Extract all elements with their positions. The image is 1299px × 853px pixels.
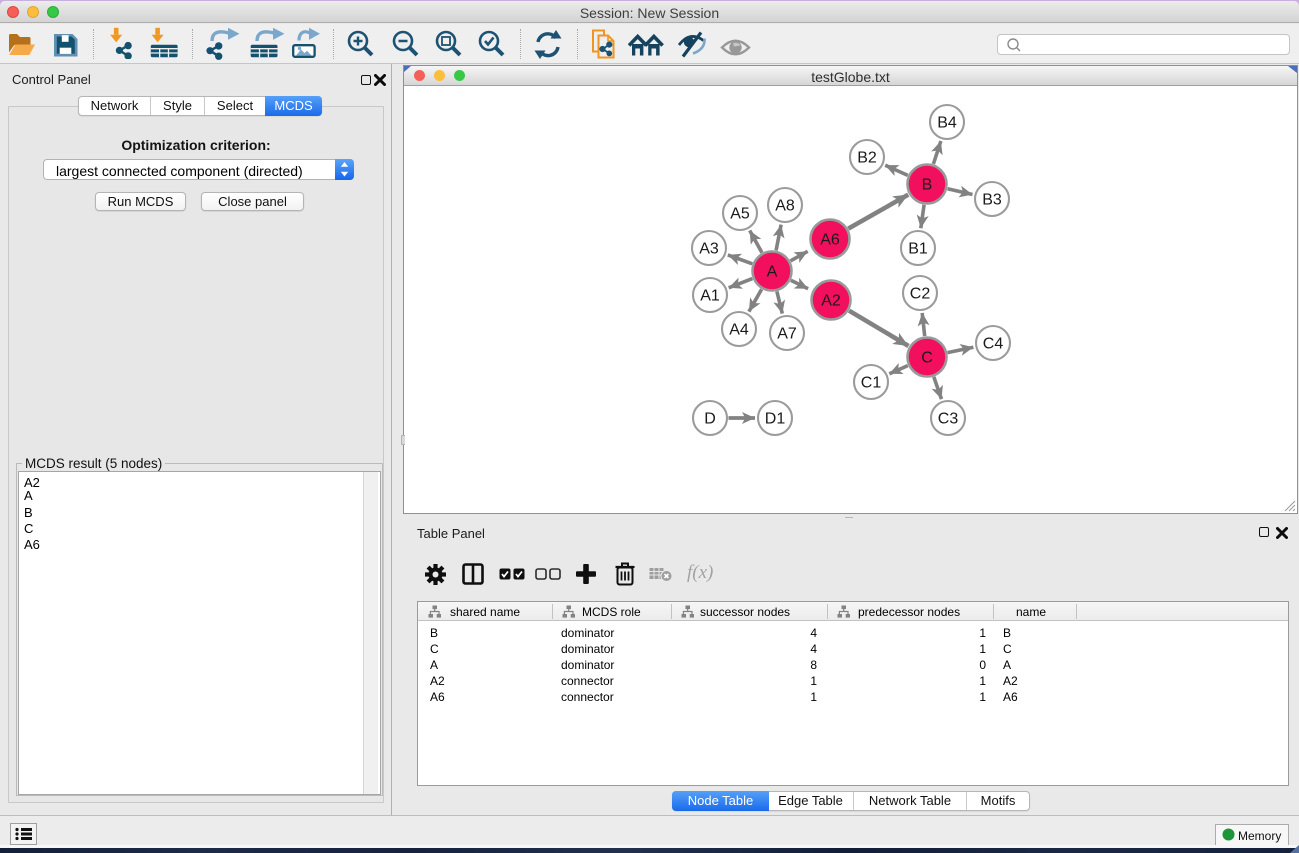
svg-text:B1: B1: [908, 241, 928, 258]
svg-text:B: B: [922, 177, 933, 194]
svg-text:D: D: [704, 411, 716, 428]
svg-text:B3: B3: [982, 192, 1002, 209]
svg-text:C: C: [921, 350, 933, 367]
svg-text:A6: A6: [820, 232, 840, 249]
svg-text:A8: A8: [775, 198, 795, 215]
svg-text:B2: B2: [857, 150, 877, 167]
svg-text:A3: A3: [699, 241, 719, 258]
svg-text:A2: A2: [821, 293, 841, 310]
svg-text:C2: C2: [910, 286, 931, 303]
svg-text:C3: C3: [938, 411, 959, 428]
svg-text:A5: A5: [730, 206, 750, 223]
svg-text:D1: D1: [765, 411, 786, 428]
svg-text:A7: A7: [777, 326, 797, 343]
svg-text:A: A: [767, 264, 778, 281]
svg-text:A1: A1: [700, 288, 720, 305]
svg-text:C1: C1: [861, 375, 882, 392]
svg-text:C4: C4: [983, 336, 1004, 353]
svg-text:B4: B4: [937, 115, 957, 132]
svg-text:A4: A4: [729, 322, 749, 339]
